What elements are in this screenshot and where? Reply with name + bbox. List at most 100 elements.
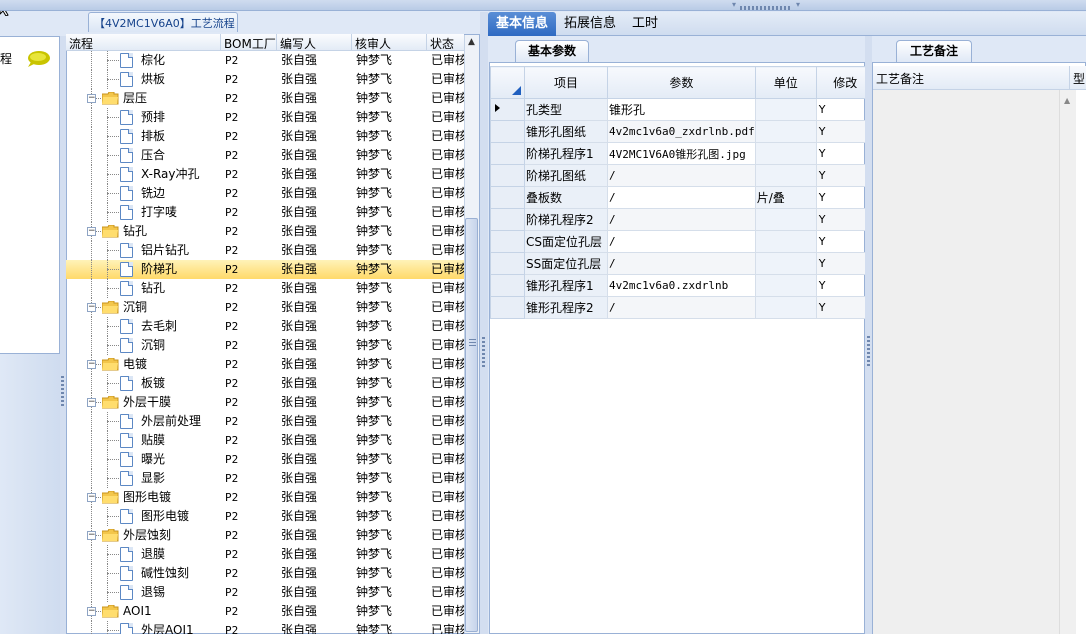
column-header-unit[interactable]: 单位 xyxy=(754,66,817,99)
column-header-reviewer[interactable]: 核审人 xyxy=(352,34,427,51)
param-row[interactable]: 叠板数 / 片/叠 Y xyxy=(490,186,875,209)
tree-node[interactable]: 排板 xyxy=(66,127,221,146)
tree-row[interactable]: 压合 P2 张自强 钟梦飞 已审核 xyxy=(66,146,464,165)
tree-row[interactable]: − AOI1 P2 张自强 钟梦飞 已审核 xyxy=(66,602,464,621)
column-header-param[interactable]: 参数 xyxy=(607,66,756,99)
column-header-item[interactable]: 项目 xyxy=(524,66,608,99)
collapse-toggle-icon[interactable]: − xyxy=(87,303,96,312)
param-row[interactable]: 阶梯孔图纸 / Y xyxy=(490,164,875,187)
tree-row[interactable]: 贴膜 P2 张自强 钟梦飞 已审核 xyxy=(66,431,464,450)
param-cell-value[interactable]: / xyxy=(607,164,756,187)
param-cell-value[interactable]: 4V2MC1V6A0锥形孔图.jpg xyxy=(607,142,756,165)
tree-row[interactable]: 烘板 P2 张自强 钟梦飞 已审核 xyxy=(66,70,464,89)
column-header-notes[interactable]: 工艺备注 xyxy=(876,70,924,87)
tree-row[interactable]: 显影 P2 张自强 钟梦飞 已审核 xyxy=(66,469,464,488)
tree-node[interactable]: 铝片钻孔 xyxy=(66,241,221,260)
tree-row[interactable]: − 外层蚀刻 P2 张自强 钟梦飞 已审核 xyxy=(66,526,464,545)
collapse-toggle-icon[interactable]: − xyxy=(87,360,96,369)
tree-row[interactable]: − 层压 P2 张自强 钟梦飞 已审核 xyxy=(66,89,464,108)
tree-row[interactable]: 图形电镀 P2 张自强 钟梦飞 已审核 xyxy=(66,507,464,526)
param-row[interactable]: 锥形孔图纸 4v2mc1v6a0_zxdrlnb.pdf Y xyxy=(490,120,875,143)
tree-node[interactable]: 碱性蚀刻 xyxy=(66,564,221,583)
tree-row[interactable]: 退锡 P2 张自强 钟梦飞 已审核 xyxy=(66,583,464,602)
tree-row[interactable]: 预排 P2 张自强 钟梦飞 已审核 xyxy=(66,108,464,127)
column-header-status[interactable]: 状态 xyxy=(427,34,464,51)
row-indicator[interactable] xyxy=(490,142,525,165)
param-cell-value[interactable]: / xyxy=(607,230,756,253)
tree-node[interactable]: − 沉铜 xyxy=(66,298,221,317)
tree-node[interactable]: 板镀 xyxy=(66,374,221,393)
tree-row[interactable]: 棕化 P2 张自强 钟梦飞 已审核 xyxy=(66,51,464,70)
tree-row[interactable]: 排板 P2 张自强 钟梦飞 已审核 xyxy=(66,127,464,146)
tree-row[interactable]: − 图形电镀 P2 张自强 钟梦飞 已审核 xyxy=(66,488,464,507)
tree-row[interactable]: 铣边 P2 张自强 钟梦飞 已审核 xyxy=(66,184,464,203)
collapse-toggle-icon[interactable]: − xyxy=(87,94,96,103)
row-indicator[interactable] xyxy=(490,186,525,209)
param-row[interactable]: CS面定位孔层 / Y xyxy=(490,230,875,253)
row-indicator[interactable] xyxy=(490,98,525,121)
param-row[interactable]: 阶梯孔程序2/Y xyxy=(490,208,875,231)
tree-row[interactable]: 板镀 P2 张自强 钟梦飞 已审核 xyxy=(66,374,464,393)
tree-node[interactable]: − 图形电镀 xyxy=(66,488,221,507)
tab-basic-info[interactable]: 基本信息 xyxy=(488,12,557,36)
tree-node[interactable]: − 钻孔 xyxy=(66,222,221,241)
tree-row[interactable]: − 外层干膜 P2 张自强 钟梦飞 已审核 xyxy=(66,393,464,412)
tree-node[interactable]: 钻孔 xyxy=(66,279,221,298)
tree-node[interactable]: 图形电镀 xyxy=(66,507,221,526)
scroll-up-icon[interactable]: ▲ xyxy=(1064,96,1070,105)
tree-node[interactable]: 退锡 xyxy=(66,583,221,602)
param-row[interactable]: 孔类型 锥形孔 Y xyxy=(490,98,875,121)
collapse-grip[interactable] xyxy=(732,0,800,10)
row-indicator[interactable] xyxy=(490,230,525,253)
param-row[interactable]: SS面定位孔层 / Y xyxy=(490,252,875,275)
tree-row[interactable]: 沉铜 P2 张自强 钟梦飞 已审核 xyxy=(66,336,464,355)
tree-node[interactable]: − AOI1 xyxy=(66,602,221,621)
param-cell-value[interactable]: / xyxy=(607,252,756,275)
tree-row[interactable]: 碱性蚀刻 P2 张自强 钟梦飞 已审核 xyxy=(66,564,464,583)
param-cell-value[interactable]: 锥形孔 xyxy=(607,98,756,121)
row-indicator[interactable] xyxy=(490,252,525,275)
tree-node[interactable]: − 层压 xyxy=(66,89,221,108)
tree-node[interactable]: 显影 xyxy=(66,469,221,488)
tree-row[interactable]: − 钻孔 P2 张自强 钟梦飞 已审核 xyxy=(66,222,464,241)
tree-row[interactable]: 去毛刺 P2 张自强 钟梦飞 已审核 xyxy=(66,317,464,336)
collapse-toggle-icon[interactable]: − xyxy=(87,531,96,540)
tree-node[interactable]: 压合 xyxy=(66,146,221,165)
param-row[interactable]: 锥形孔程序1 4v2mc1v6a0.zxdrlnb Y xyxy=(490,274,875,297)
tree-node[interactable]: 沉铜 xyxy=(66,336,221,355)
tree-row[interactable]: − 沉铜 P2 张自强 钟梦飞 已审核 xyxy=(66,298,464,317)
tree-node[interactable]: 阶梯孔 xyxy=(66,260,221,279)
param-cell-value[interactable]: 4v2mc1v6a0.zxdrlnb xyxy=(607,274,756,297)
collapse-toggle-icon[interactable]: − xyxy=(87,227,96,236)
tree-node[interactable]: 外层AOI1 xyxy=(66,621,221,634)
tree-row[interactable]: 打字唛 P2 张自强 钟梦飞 已审核 xyxy=(66,203,464,222)
middle-splitter[interactable] xyxy=(480,12,488,634)
tab-process-notes[interactable]: 工艺备注 xyxy=(896,40,972,62)
column-header-bom[interactable]: BOM工厂 xyxy=(221,34,277,51)
notes-vertical-scrollbar[interactable]: ▲ xyxy=(1059,90,1076,634)
tree-node[interactable]: 贴膜 xyxy=(66,431,221,450)
tree-node[interactable]: 打字唛 xyxy=(66,203,221,222)
param-cell-value[interactable]: / xyxy=(607,296,756,319)
tab-work-hours[interactable]: 工时 xyxy=(624,12,666,36)
scroll-up-icon[interactable]: ▲ xyxy=(468,37,475,47)
tree-node[interactable]: 去毛刺 xyxy=(66,317,221,336)
right-splitter[interactable] xyxy=(865,36,872,634)
speech-bubble-icon[interactable] xyxy=(26,50,50,68)
tree-row[interactable]: 铝片钻孔 P2 张自强 钟梦飞 已审核 xyxy=(66,241,464,260)
tree-row[interactable]: 曝光 P2 张自强 钟梦飞 已审核 xyxy=(66,450,464,469)
tree-row[interactable]: − 电镀 P2 张自强 钟梦飞 已审核 xyxy=(66,355,464,374)
param-row[interactable]: 锥形孔程序2/Y xyxy=(490,296,875,319)
tab-basic-params[interactable]: 基本参数 xyxy=(515,40,589,62)
row-indicator[interactable] xyxy=(490,208,525,231)
row-indicator[interactable] xyxy=(490,164,525,187)
collapse-toggle-icon[interactable]: − xyxy=(87,493,96,502)
tree-node[interactable]: X-Ray冲孔 xyxy=(66,165,221,184)
tree-row[interactable]: 外层AOI1 P2 张自强 钟梦飞 已审核 xyxy=(66,621,464,634)
tree-node[interactable]: − 电镀 xyxy=(66,355,221,374)
row-indicator[interactable] xyxy=(490,274,525,297)
row-indicator[interactable] xyxy=(490,120,525,143)
tree-node[interactable]: − 外层蚀刻 xyxy=(66,526,221,545)
param-cell-value[interactable]: 4v2mc1v6a0_zxdrlnb.pdf xyxy=(607,120,756,143)
tab-extended-info[interactable]: 拓展信息 xyxy=(556,12,624,36)
